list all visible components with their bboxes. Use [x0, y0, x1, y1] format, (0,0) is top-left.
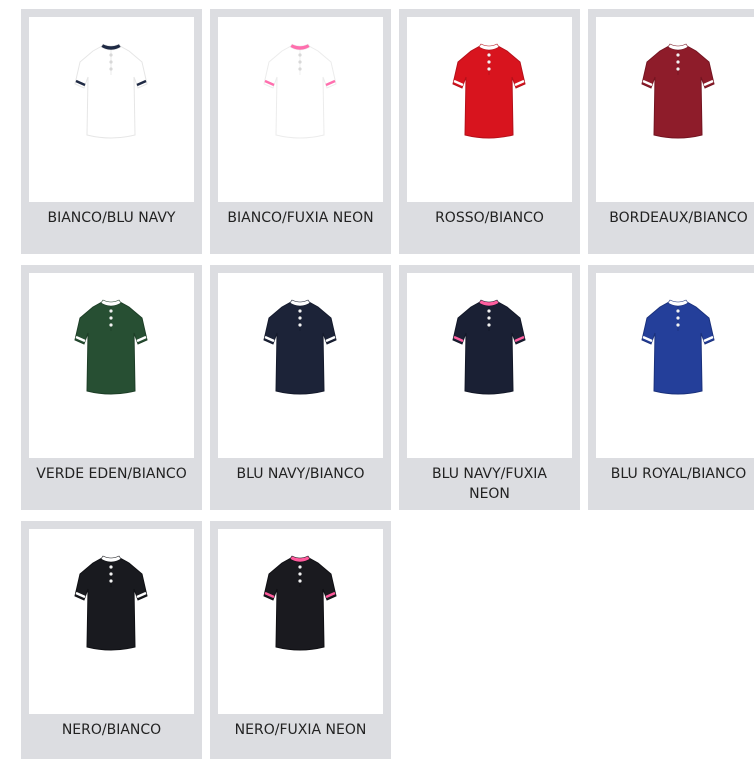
color-label: VERDE EDEN/BIANCO	[36, 466, 187, 482]
polo-shirt-icon	[641, 43, 715, 139]
button-dot	[298, 316, 302, 320]
button-dot	[109, 565, 113, 569]
polo-shirt-image	[29, 273, 194, 458]
color-swatch-card[interactable]: VERDE EDEN/BIANCO	[21, 265, 202, 510]
color-swatch-card[interactable]: BLU NAVY/FUXIA NEON	[399, 265, 580, 510]
polo-shirt-image	[407, 273, 572, 458]
polo-shirt-image	[29, 529, 194, 714]
polo-shirt-icon	[74, 43, 148, 139]
button-dot	[676, 323, 680, 327]
polo-shirt-image	[596, 273, 754, 458]
button-dot	[298, 579, 302, 583]
color-label: NERO/FUXIA NEON	[234, 722, 367, 738]
button-dot	[487, 60, 491, 64]
polo-shirt-image	[596, 17, 754, 202]
button-dot	[298, 309, 302, 313]
polo-shirt-icon	[452, 43, 526, 139]
button-dot	[109, 309, 113, 313]
button-dot	[676, 316, 680, 320]
color-label: BLU NAVY/FUXIA NEON	[431, 466, 547, 502]
color-swatch-card[interactable]: BLU ROYAL/BIANCO	[588, 265, 754, 510]
button-dot	[676, 53, 680, 57]
color-swatch-card[interactable]: BIANCO/BLU NAVY	[21, 9, 202, 254]
polo-shirt-image	[29, 17, 194, 202]
button-dot	[676, 309, 680, 313]
color-swatch-card[interactable]: BORDEAUX/BIANCO	[588, 9, 754, 254]
button-dot	[298, 572, 302, 576]
polo-shirt-icon	[74, 299, 148, 395]
button-dot	[298, 67, 302, 71]
button-dot	[487, 323, 491, 327]
button-dot	[109, 572, 113, 576]
button-dot	[109, 323, 113, 327]
button-dot	[109, 53, 113, 57]
polo-shirt-image	[407, 17, 572, 202]
polo-shirt-icon	[74, 555, 148, 651]
polo-shirt-icon	[263, 299, 337, 395]
color-label: BIANCO/BLU NAVY	[47, 210, 176, 226]
button-dot	[487, 67, 491, 71]
polo-shirt-image	[218, 273, 383, 458]
color-label: ROSSO/BIANCO	[435, 210, 544, 226]
color-label: BORDEAUX/BIANCO	[609, 210, 748, 226]
polo-shirt-icon	[452, 299, 526, 395]
button-dot	[109, 67, 113, 71]
color-label: BLU NAVY/BIANCO	[236, 466, 365, 482]
color-label: BIANCO/FUXIA NEON	[227, 210, 374, 226]
button-dot	[109, 60, 113, 64]
button-dot	[298, 323, 302, 327]
button-dot	[487, 316, 491, 320]
button-dot	[676, 67, 680, 71]
color-swatch-card[interactable]: NERO/BIANCO	[21, 521, 202, 759]
polo-shirt-icon	[263, 555, 337, 651]
polo-shirt-image	[218, 529, 383, 714]
polo-shirt-icon	[641, 299, 715, 395]
button-dot	[298, 565, 302, 569]
color-swatch-card[interactable]: BLU NAVY/BIANCO	[210, 265, 391, 510]
button-dot	[487, 53, 491, 57]
polo-shirt-icon	[263, 43, 337, 139]
polo-shirt-image	[218, 17, 383, 202]
button-dot	[298, 60, 302, 64]
color-swatch-card[interactable]: NERO/FUXIA NEON	[210, 521, 391, 759]
button-dot	[298, 53, 302, 57]
color-swatch-card[interactable]: ROSSO/BIANCO	[399, 9, 580, 254]
button-dot	[109, 579, 113, 583]
button-dot	[676, 60, 680, 64]
color-label: BLU ROYAL/BIANCO	[610, 466, 747, 482]
color-label: NERO/BIANCO	[61, 722, 162, 738]
color-swatch-card[interactable]: BIANCO/FUXIA NEON	[210, 9, 391, 254]
button-dot	[109, 316, 113, 320]
button-dot	[487, 309, 491, 313]
